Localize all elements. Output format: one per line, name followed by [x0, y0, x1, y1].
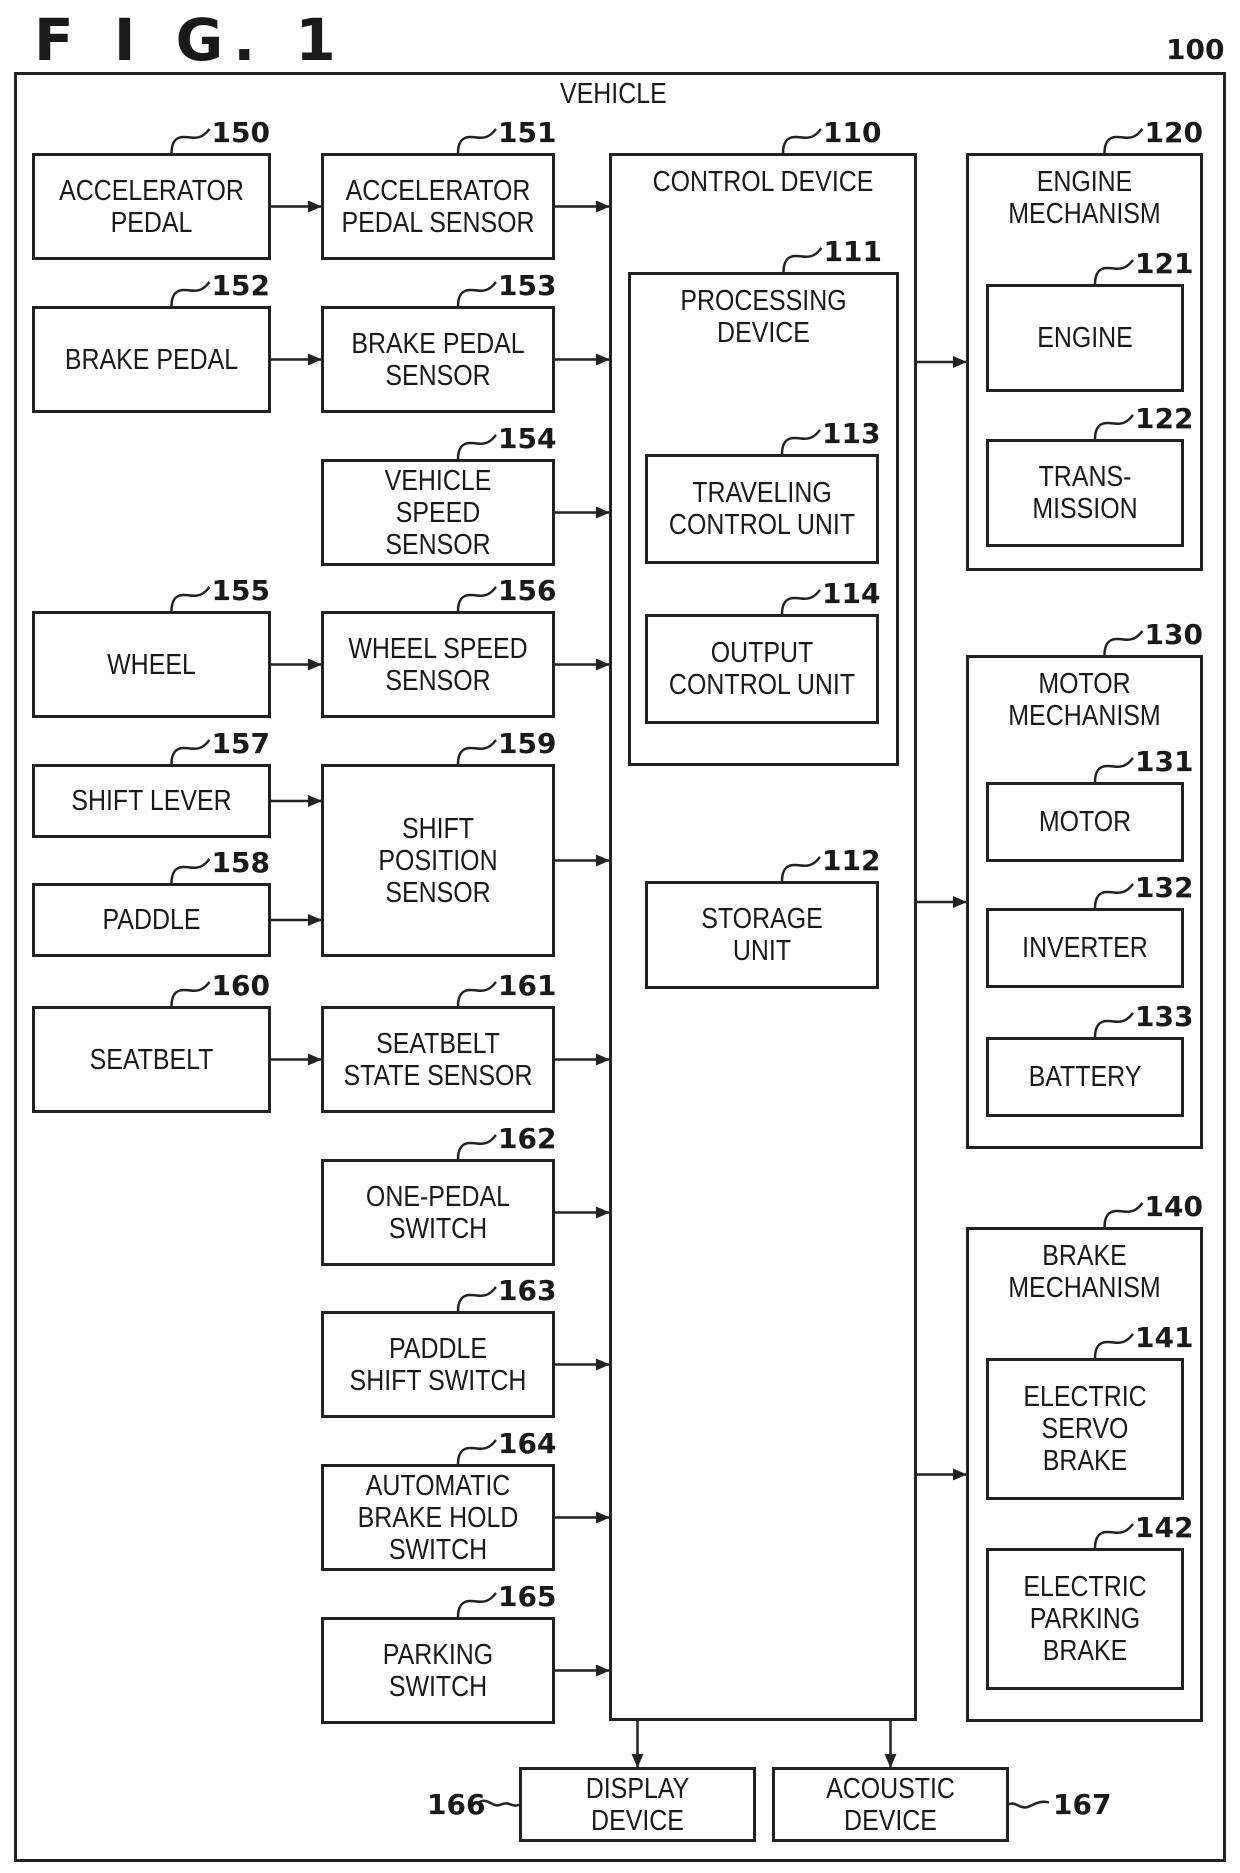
motor-block: MOTOR [986, 782, 1184, 862]
storage-unit-ref-number: 112 [822, 844, 881, 877]
engine-label: ENGINE [1037, 322, 1133, 354]
battery-label: BATTERY [1028, 1061, 1142, 1093]
automatic-brake-hold-switch-label: AUTOMATIC BRAKE HOLD SWITCH [357, 1469, 519, 1566]
electric-parking-brake-label: ELECTRIC PARKING BRAKE [1023, 1571, 1147, 1667]
inverter-label: INVERTER [1022, 932, 1148, 964]
display-device-block: DISPLAY DEVICE [519, 1767, 756, 1842]
accelerator-pedal-sensor-ref-number: 151 [498, 116, 557, 149]
output-control-unit-block: OUTPUT CONTROL UNIT [645, 614, 879, 724]
brake-mechanism-label: BRAKE MECHANISM [1008, 1240, 1161, 1304]
automatic-brake-hold-switch-ref-number: 164 [498, 1427, 557, 1460]
acoustic-device-label: ACOUSTIC DEVICE [826, 1772, 955, 1837]
shift-position-sensor-label: SHIFT POSITION SENSOR [378, 812, 498, 909]
output-control-unit-ref-number: 114 [822, 577, 881, 610]
paddle-label: PADDLE [102, 904, 201, 936]
engine-ref-number: 121 [1135, 247, 1194, 280]
shift-lever-ref-number: 157 [211, 727, 270, 760]
wheel-speed-sensor-ref-number: 156 [498, 574, 557, 607]
paddle-shift-switch-label: PADDLE SHIFT SWITCH [349, 1332, 527, 1397]
figure-title: F I G. 1 [34, 6, 346, 74]
display-device-ref-number: 166 [427, 1787, 486, 1821]
motor-mechanism-ref-number: 130 [1144, 618, 1203, 651]
brake-pedal-sensor-block: BRAKE PEDAL SENSOR [321, 306, 555, 413]
accelerator-pedal-ref-number: 150 [211, 116, 270, 149]
storage-unit-block: STORAGE UNIT [645, 881, 879, 989]
shift-position-sensor-ref-number: 159 [498, 727, 557, 760]
electric-servo-brake-block: ELECTRIC SERVO BRAKE [986, 1358, 1184, 1500]
automatic-brake-hold-switch-block: AUTOMATIC BRAKE HOLD SWITCH [321, 1464, 555, 1571]
paddle-ref-number: 158 [211, 846, 270, 879]
battery-ref-number: 133 [1135, 1000, 1194, 1033]
control-device-ref-number: 110 [823, 116, 882, 149]
seatbelt-ref-number: 160 [211, 969, 270, 1002]
one-pedal-switch-block: ONE-PEDAL SWITCH [321, 1159, 555, 1266]
accelerator-pedal-sensor-label: ACCELERATOR PEDAL SENSOR [341, 174, 535, 239]
traveling-control-unit-label: TRAVELING CONTROL UNIT [668, 477, 856, 541]
brake-pedal-sensor-ref-number: 153 [498, 269, 557, 302]
control-device-label: CONTROL DEVICE [652, 166, 874, 198]
vehicle-label: VEHICLE [560, 78, 667, 110]
accelerator-pedal-sensor-block: ACCELERATOR PEDAL SENSOR [321, 153, 555, 260]
traveling-control-unit-ref-number: 113 [822, 417, 881, 450]
electric-servo-brake-ref-number: 141 [1135, 1321, 1194, 1354]
acoustic-device-block: ACOUSTIC DEVICE [772, 1767, 1009, 1842]
motor-ref-number: 131 [1135, 745, 1194, 778]
motor-mechanism-label: MOTOR MECHANISM [1008, 668, 1161, 732]
engine-mechanism-ref-number: 120 [1144, 116, 1203, 149]
output-control-unit-label: OUTPUT CONTROL UNIT [668, 637, 856, 701]
storage-unit-label: STORAGE UNIT [701, 903, 823, 967]
acoustic-device-ref-number: 167 [1053, 1787, 1112, 1821]
shift-position-sensor-block: SHIFT POSITION SENSOR [321, 764, 555, 957]
display-device-label: DISPLAY DEVICE [585, 1772, 690, 1837]
accelerator-pedal-label: ACCELERATOR PEDAL [59, 174, 244, 239]
brake-mechanism-ref-number: 140 [1144, 1190, 1203, 1223]
vehicle-speed-sensor-label: VEHICLE SPEED SENSOR [384, 464, 492, 561]
electric-servo-brake-label: ELECTRIC SERVO BRAKE [1023, 1381, 1147, 1477]
wheel-block: WHEEL [32, 611, 271, 718]
processing-device-label: PROCESSING DEVICE [680, 285, 847, 349]
engine-mechanism-label: ENGINE MECHANISM [1008, 166, 1161, 230]
processing-device-ref-number: 111 [823, 235, 882, 268]
seatbelt-state-sensor-ref-number: 161 [498, 969, 557, 1002]
vehicle-speed-sensor-ref-number: 154 [498, 422, 557, 455]
wheel-label: WHEEL [107, 648, 196, 681]
brake-pedal-label: BRAKE PEDAL [64, 343, 239, 376]
wheel-speed-sensor-label: WHEEL SPEED SENSOR [348, 632, 528, 697]
engine-block: ENGINE [986, 284, 1184, 392]
inverter-block: INVERTER [986, 908, 1184, 988]
paddle-shift-switch-block: PADDLE SHIFT SWITCH [321, 1311, 555, 1418]
transmission-label: TRANS- MISSION [1032, 461, 1138, 525]
shift-lever-block: SHIFT LEVER [32, 764, 271, 838]
one-pedal-switch-ref-number: 162 [498, 1122, 557, 1155]
brake-pedal-sensor-label: BRAKE PEDAL SENSOR [351, 327, 525, 392]
inverter-ref-number: 132 [1135, 871, 1194, 904]
paddle-shift-switch-ref-number: 163 [498, 1274, 557, 1307]
vehicle-speed-sensor-block: VEHICLE SPEED SENSOR [321, 459, 555, 566]
traveling-control-unit-block: TRAVELING CONTROL UNIT [645, 454, 879, 564]
brake-pedal-block: BRAKE PEDAL [32, 306, 271, 413]
motor-label: MOTOR [1038, 806, 1132, 838]
vehicle-ref: 100 [1166, 33, 1225, 66]
parking-switch-label: PARKING SWITCH [382, 1638, 494, 1703]
paddle-block: PADDLE [32, 883, 271, 957]
wheel-ref-number: 155 [211, 574, 270, 607]
electric-parking-brake-ref-number: 142 [1135, 1511, 1194, 1544]
seatbelt-block: SEATBELT [32, 1006, 271, 1113]
parking-switch-ref-number: 165 [498, 1580, 557, 1613]
seatbelt-label: SEATBELT [89, 1043, 214, 1076]
parking-switch-block: PARKING SWITCH [321, 1617, 555, 1724]
battery-block: BATTERY [986, 1037, 1184, 1117]
shift-lever-label: SHIFT LEVER [71, 785, 232, 817]
wheel-speed-sensor-block: WHEEL SPEED SENSOR [321, 611, 555, 718]
transmission-block: TRANS- MISSION [986, 439, 1184, 547]
accelerator-pedal-block: ACCELERATOR PEDAL [32, 153, 271, 260]
seatbelt-state-sensor-block: SEATBELT STATE SENSOR [321, 1006, 555, 1113]
electric-parking-brake-block: ELECTRIC PARKING BRAKE [986, 1548, 1184, 1690]
one-pedal-switch-label: ONE-PEDAL SWITCH [365, 1180, 511, 1245]
seatbelt-state-sensor-label: SEATBELT STATE SENSOR [343, 1027, 533, 1092]
transmission-ref-number: 122 [1135, 402, 1194, 435]
brake-pedal-ref-number: 152 [211, 269, 270, 302]
